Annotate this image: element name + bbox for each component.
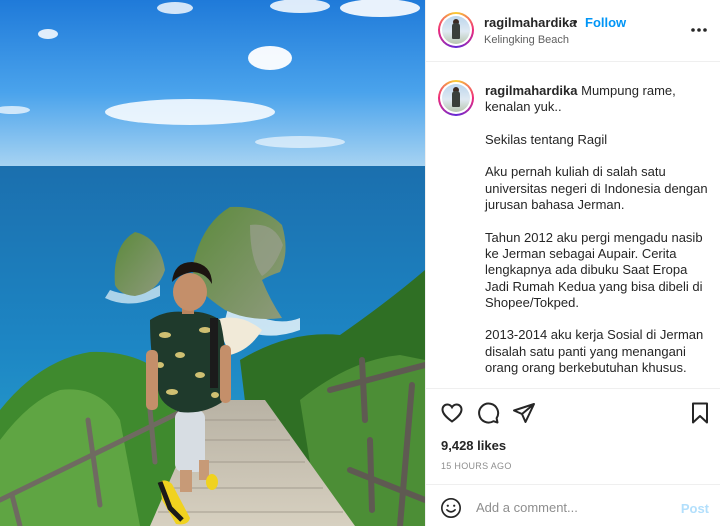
post-button[interactable]: Post: [681, 501, 709, 516]
caption-paragraph: Sekilas tentang Ragil: [485, 131, 608, 147]
caption-paragraph: Tahun 2012 aku pergi mengadu nasib ke Je…: [485, 229, 703, 310]
location-link[interactable]: Kelingking Beach: [484, 34, 569, 46]
comment-input[interactable]: [476, 495, 666, 519]
follow-button[interactable]: Follow: [585, 15, 626, 30]
separator-dot: •: [573, 14, 578, 29]
caption-paragraph: Aku pernah kuliah di salah satu universi…: [485, 164, 708, 213]
caption-text: ragilmahardika Mumpung rame, kenalan yuk…: [485, 83, 713, 376]
caption-username[interactable]: ragilmahardika: [485, 83, 578, 98]
post-photo[interactable]: [0, 0, 425, 526]
comment-bar: Post: [426, 484, 720, 526]
heart-icon[interactable]: [440, 401, 464, 425]
likes-count[interactable]: 9,428 likes: [441, 438, 506, 453]
avatar[interactable]: [438, 12, 474, 48]
post-timestamp[interactable]: 15 HOURS AGO: [441, 461, 512, 471]
caption-avatar[interactable]: [438, 80, 474, 116]
smile-icon[interactable]: [440, 497, 462, 519]
share-icon[interactable]: [512, 401, 536, 425]
caption-section: ragilmahardika Mumpung rame, kenalan yuk…: [426, 62, 720, 388]
bookmark-icon[interactable]: [688, 401, 712, 425]
post-header: ragilmahardika • Follow Kelingking Beach: [426, 0, 720, 62]
post-panel: ragilmahardika • Follow Kelingking Beach…: [425, 0, 720, 526]
more-horizontal-icon[interactable]: [689, 20, 709, 40]
comment-icon[interactable]: [476, 401, 500, 425]
header-username[interactable]: ragilmahardika: [484, 15, 577, 30]
caption-paragraph: 2013-2014 aku kerja Sosial di Jerman dis…: [485, 327, 704, 376]
action-bar: 9,428 likes 15 HOURS AGO: [426, 388, 720, 484]
beach-photo: [0, 0, 425, 526]
